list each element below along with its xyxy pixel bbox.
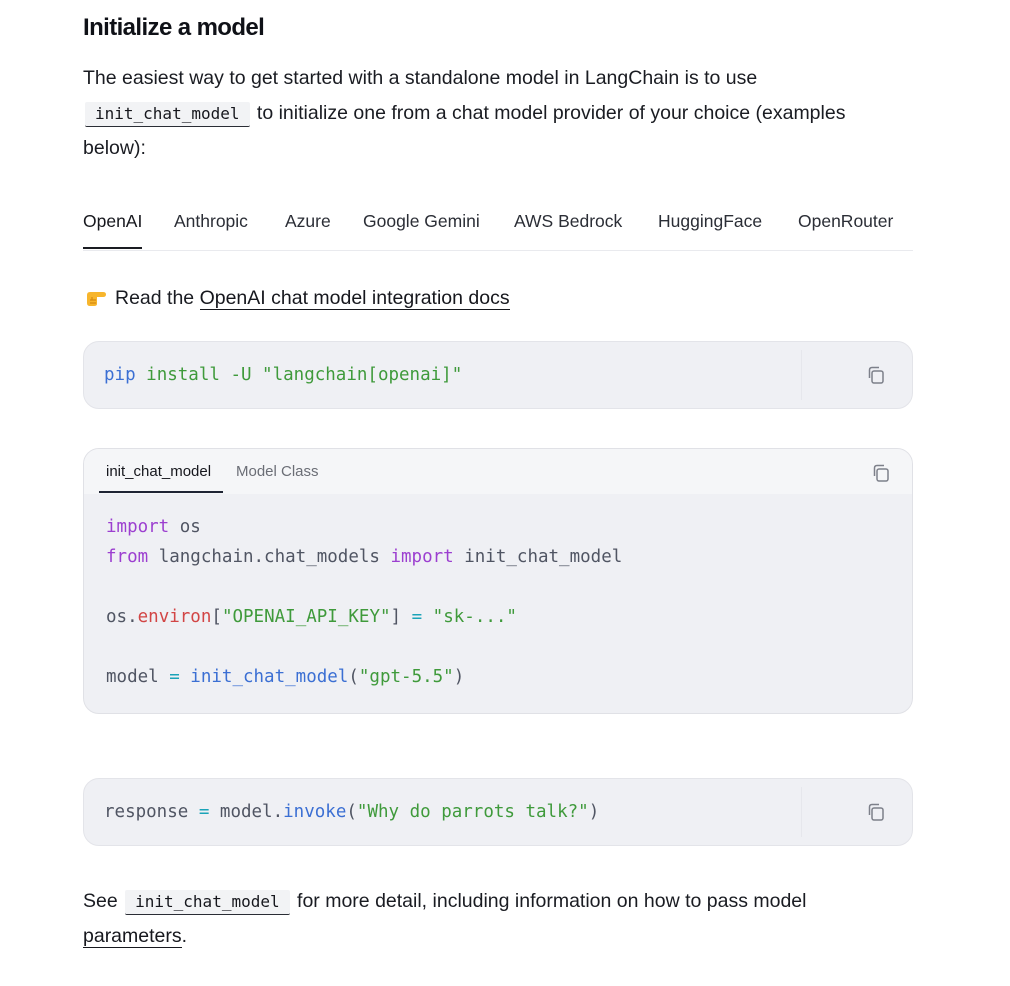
pip-install-code-block: pip install -U "langchain[openai]" xyxy=(83,341,913,409)
init-chat-model-code: init_chat_model xyxy=(85,102,250,127)
module-name: langchain.chat_models xyxy=(148,547,391,567)
keyword: import xyxy=(390,547,454,567)
string: "OPENAI_API_KEY" xyxy=(221,607,391,627)
operator: = xyxy=(158,667,191,687)
string: "sk-..." xyxy=(432,607,517,627)
code-line-4: model = init_chat_model("gpt-5.5") xyxy=(106,662,622,692)
punctuation: ] xyxy=(390,607,402,627)
punctuation: [ xyxy=(211,607,222,627)
pip-cmd: pip xyxy=(104,365,136,385)
string: "gpt-5.5" xyxy=(358,667,454,687)
footer-middle: for more detail, including information o… xyxy=(297,890,807,912)
init-chat-model-code-block: init_chat_model Model Class import os fro… xyxy=(83,448,913,714)
init-chat-model-code-link[interactable]: init_chat_model xyxy=(125,890,290,915)
footer-prefix: See xyxy=(83,890,118,912)
response-code-line: response = model.invoke("Why do parrots … xyxy=(104,779,599,845)
punctuation: ) xyxy=(453,667,465,687)
read-docs-prefix: Read the xyxy=(115,287,195,309)
copy-icon[interactable] xyxy=(866,802,886,822)
code-tab-bar: init_chat_model Model Class xyxy=(84,449,912,494)
operator: = xyxy=(401,607,433,627)
response-code-block: response = model.invoke("Why do parrots … xyxy=(83,778,913,846)
tab-openrouter[interactable]: OpenRouter xyxy=(798,211,893,247)
punctuation: ( xyxy=(348,667,359,687)
function-name: invoke xyxy=(283,802,347,822)
copy-icon[interactable] xyxy=(866,365,886,385)
identifier: model xyxy=(219,802,273,822)
tab-google-gemini[interactable]: Google Gemini xyxy=(363,211,480,247)
tab-model-class[interactable]: Model Class xyxy=(236,463,319,480)
tab-anthropic[interactable]: Anthropic xyxy=(174,211,248,247)
punctuation: ( xyxy=(346,802,357,822)
code-content: import os from langchain.chat_models impo… xyxy=(106,512,622,692)
tab-init-chat-model[interactable]: init_chat_model xyxy=(106,463,211,480)
operator: = xyxy=(188,802,220,822)
openai-docs-link[interactable]: OpenAI chat model integration docs xyxy=(199,287,510,310)
keyword: import xyxy=(106,517,170,537)
pip-command: pip install -U "langchain[openai]" xyxy=(104,342,462,408)
punctuation: ) xyxy=(588,802,600,822)
punctuation: . xyxy=(127,607,138,627)
code-line-2: from langchain.chat_models import init_c… xyxy=(106,542,622,572)
identifier: response xyxy=(104,802,189,822)
code-line-3: os.environ["OPENAI_API_KEY"] = "sk-..." xyxy=(106,602,622,632)
intro-text-before: The easiest way to get started with a st… xyxy=(83,67,758,89)
attribute: environ xyxy=(137,607,212,627)
active-tab-indicator xyxy=(99,491,223,493)
identifier: init_chat_model xyxy=(453,547,623,567)
code-line-1: import os xyxy=(106,512,622,542)
tab-openai[interactable]: OpenAI xyxy=(83,211,143,249)
provider-tabs: OpenAI Anthropic Azure Google Gemini AWS… xyxy=(83,198,913,251)
copy-icon[interactable] xyxy=(871,463,891,483)
parameters-link[interactable]: parameters xyxy=(83,925,182,948)
tab-aws-bedrock[interactable]: AWS Bedrock xyxy=(514,211,622,247)
identifier: os xyxy=(106,607,128,627)
tab-azure[interactable]: Azure xyxy=(285,211,331,247)
page-title: Initialize a model xyxy=(83,14,265,41)
pointing-hand-icon xyxy=(85,284,107,306)
string: "Why do parrots talk?" xyxy=(356,802,589,822)
pip-args: install -U "langchain[openai]" xyxy=(146,365,463,385)
divider xyxy=(801,350,802,400)
punctuation: . xyxy=(272,802,284,822)
function-name: init_chat_model xyxy=(190,667,349,687)
identifier: model xyxy=(106,667,159,687)
keyword: from xyxy=(106,547,149,567)
intro-paragraph: The easiest way to get started with a st… xyxy=(83,61,913,166)
tab-huggingface[interactable]: HuggingFace xyxy=(658,211,762,247)
identifier: os xyxy=(169,517,201,537)
footer-paragraph: See init_chat_model for more detail, inc… xyxy=(83,884,913,954)
footer-suffix: . xyxy=(181,925,188,947)
divider xyxy=(801,787,802,837)
read-docs-line: Read the OpenAI chat model integration d… xyxy=(85,281,510,315)
